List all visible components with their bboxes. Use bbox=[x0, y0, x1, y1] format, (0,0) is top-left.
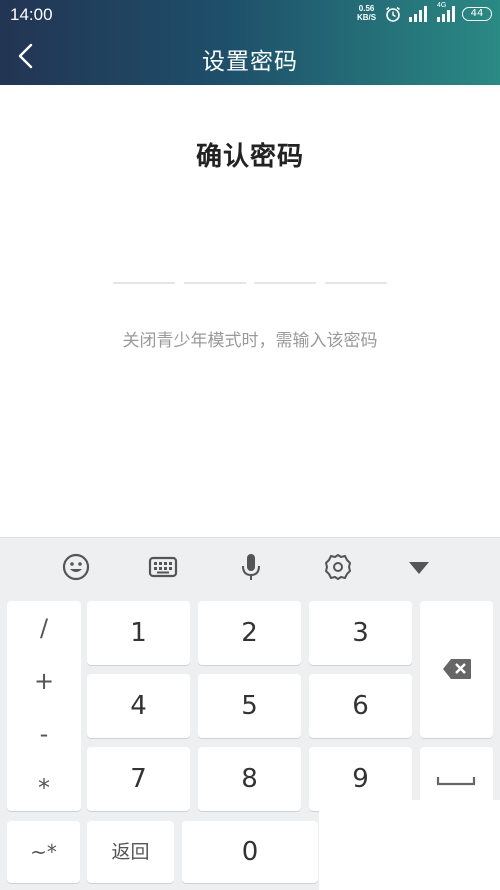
symbol-key-slash[interactable]: / bbox=[8, 614, 80, 642]
digit-key-8[interactable]: 8 bbox=[198, 747, 301, 811]
symbol-key-asterisk[interactable]: * bbox=[8, 774, 80, 802]
code-slot[interactable] bbox=[254, 282, 316, 284]
microphone-icon[interactable] bbox=[236, 552, 266, 582]
code-slot[interactable] bbox=[113, 282, 175, 284]
status-time: 14:00 bbox=[10, 5, 53, 24]
network-speed: 0.56 KB/S bbox=[357, 4, 376, 22]
digit-key-7[interactable]: 7 bbox=[87, 747, 190, 811]
backspace-key[interactable] bbox=[420, 601, 493, 738]
symbol-key-minus[interactable]: - bbox=[8, 720, 80, 748]
keyboard-icon[interactable] bbox=[148, 552, 178, 582]
digit-key-2[interactable]: 2 bbox=[198, 601, 301, 665]
collapse-keyboard-icon[interactable] bbox=[404, 552, 434, 582]
status-bar: 14:00 0.56 KB/S 4G 44 bbox=[0, 0, 500, 30]
tilde-symbol-key[interactable]: ~* bbox=[7, 821, 80, 883]
battery-indicator: 44 bbox=[462, 7, 492, 21]
app-header: 14:00 0.56 KB/S 4G 44 设置密码 bbox=[0, 0, 500, 85]
digit-key-4[interactable]: 4 bbox=[87, 674, 190, 738]
confirm-password-heading: 确认密码 bbox=[195, 142, 304, 172]
digit-key-3[interactable]: 3 bbox=[309, 601, 412, 665]
digit-key-1[interactable]: 1 bbox=[87, 601, 190, 665]
symbol-key-plus[interactable]: + bbox=[8, 667, 80, 695]
signal-icon bbox=[409, 6, 427, 22]
digit-key-0[interactable]: 0 bbox=[182, 821, 318, 883]
password-hint: 关闭青少年模式时，需输入该密码 bbox=[122, 331, 378, 351]
emoji-icon[interactable] bbox=[61, 552, 91, 582]
keyboard-corner-area bbox=[319, 800, 500, 890]
digit-key-5[interactable]: 5 bbox=[198, 674, 301, 738]
space-icon bbox=[436, 777, 476, 786]
signal-4g-icon bbox=[437, 6, 455, 22]
digit-key-6[interactable]: 6 bbox=[309, 674, 412, 738]
speed-unit: KB/S bbox=[357, 13, 377, 22]
return-key[interactable]: 返回 bbox=[87, 821, 174, 883]
settings-icon[interactable] bbox=[323, 552, 353, 582]
page-title: 设置密码 bbox=[202, 49, 298, 75]
numeric-keyboard: / + - * 1 2 3 4 5 6 7 8 9 ~* 返回 0 bbox=[0, 537, 500, 890]
alarm-icon bbox=[386, 6, 400, 22]
code-slot[interactable] bbox=[325, 282, 387, 284]
code-slot[interactable] bbox=[184, 282, 246, 284]
backspace-icon bbox=[443, 659, 471, 679]
speed-value: 0.56 bbox=[358, 4, 375, 13]
